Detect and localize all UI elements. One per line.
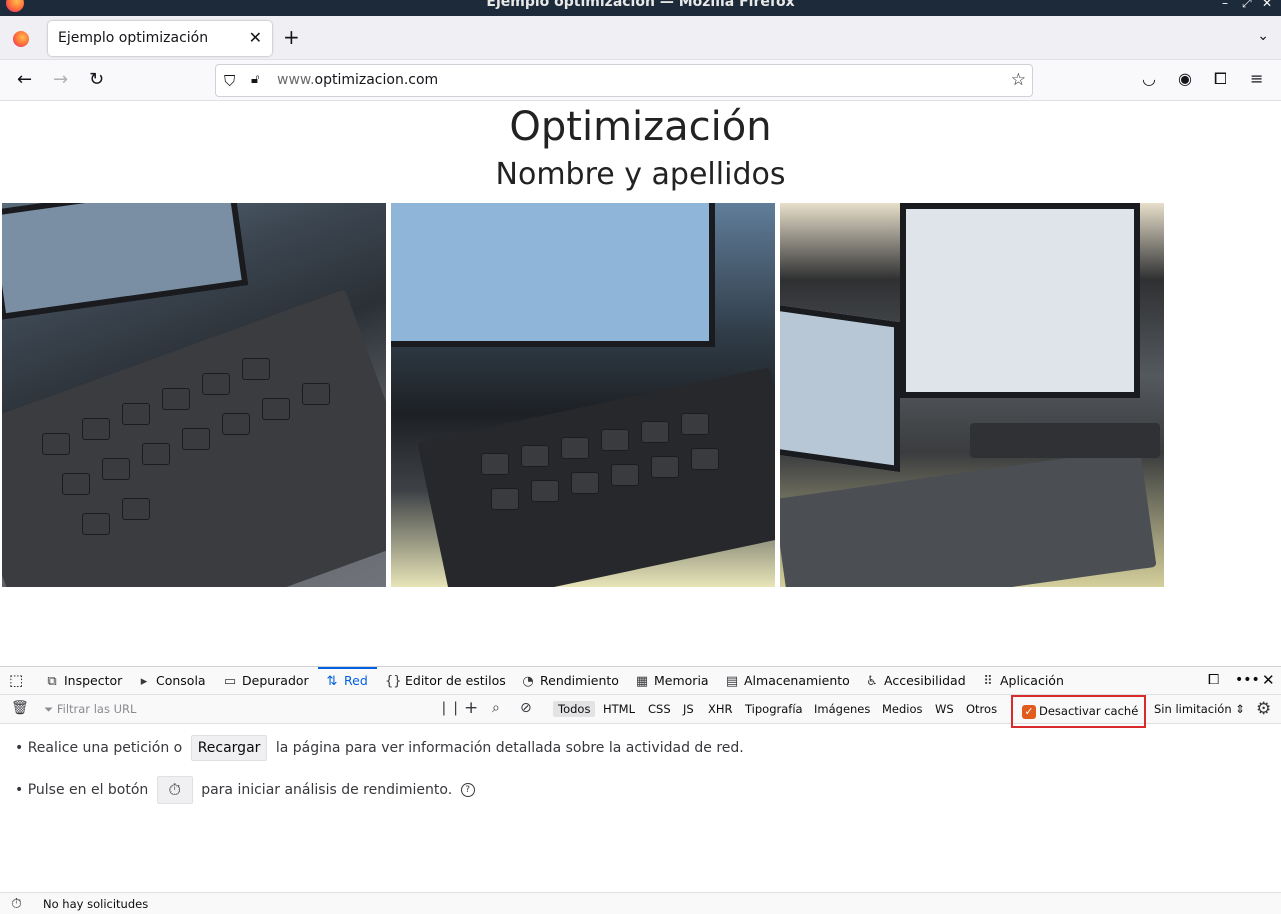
filter-imagenes[interactable]: Imágenes bbox=[814, 702, 870, 716]
tab-almacenamiento[interactable]: ▤ Almacenamiento bbox=[724, 667, 850, 695]
bookmark-star-icon[interactable]: ☆ bbox=[1011, 70, 1026, 90]
new-tab-button[interactable]: + bbox=[283, 25, 300, 49]
inspector-icon: ⧉ bbox=[47, 674, 57, 689]
devtools-panel: ⬚ ⧉ Inspector ▸ Consola ▭ Depurador ⇅ Red {}… bbox=[0, 666, 1281, 914]
pocket-icon[interactable]: ◡ bbox=[1142, 69, 1156, 88]
element-picker-icon[interactable]: ⬚ bbox=[9, 667, 23, 695]
close-window-button[interactable]: ✕ bbox=[1262, 0, 1272, 10]
performance-icon: ◔ bbox=[522, 674, 534, 689]
reload-page-button[interactable]: Recargar bbox=[190, 735, 268, 761]
url-text[interactable]: www.optimizacion.com bbox=[277, 72, 438, 88]
filter-xhr[interactable]: XHR bbox=[708, 702, 733, 716]
style-editor-icon: {} bbox=[385, 674, 402, 689]
tab-label: Ejemplo optimización bbox=[58, 30, 209, 46]
empty-message-performance: • Pulse en el botón ⏱ para iniciar análi… bbox=[15, 776, 475, 804]
window-title: Ejemplo optimización — Mozilla Firefox bbox=[486, 0, 795, 10]
filter-html[interactable]: HTML bbox=[603, 702, 635, 716]
network-settings-gear-icon[interactable]: ⚙ bbox=[1256, 699, 1271, 719]
account-icon[interactable]: ◉ bbox=[1178, 69, 1192, 88]
network-icon: ⇅ bbox=[326, 674, 338, 689]
web-page-content: Optimización Nombre y apellidos bbox=[0, 101, 1281, 666]
window-titlebar: Ejemplo optimización — Mozilla Firefox –… bbox=[0, 0, 1281, 16]
storage-icon: ▤ bbox=[725, 674, 739, 689]
filter-urls-input[interactable]: ⏷ Filtrar las URL bbox=[44, 702, 136, 717]
network-toolbar: 🗑︎ ⏷ Filtrar las URL ❘❘ + ⌕ ⊘ Todos HTML… bbox=[0, 695, 1281, 728]
maximize-button[interactable]: ⤢ bbox=[1242, 0, 1252, 11]
tab-close-icon[interactable]: ✕ bbox=[249, 28, 262, 47]
tab-ejemplo-optimizacion[interactable]: Ejemplo optimización ✕ bbox=[48, 21, 272, 56]
tab-accesibilidad[interactable]: ♿︎ Accesibilidad bbox=[864, 667, 965, 695]
stopwatch-button-icon[interactable]: ⏱ bbox=[156, 776, 193, 804]
accessibility-icon: ♿︎ bbox=[866, 674, 878, 689]
network-status-bar: ⏱ No hay solicitudes bbox=[0, 892, 1281, 914]
close-devtools-icon[interactable]: ✕ bbox=[1262, 667, 1275, 695]
empty-message-reload: • Realice una petición o Recargar la pág… bbox=[15, 735, 744, 761]
firefox-view-icon[interactable] bbox=[13, 31, 29, 47]
filter-js[interactable]: JS bbox=[683, 702, 694, 716]
back-arrow-icon[interactable]: ← bbox=[17, 69, 32, 90]
tab-aplicacion[interactable]: ⠿ Aplicación bbox=[980, 667, 1064, 695]
tab-depurador[interactable]: ▭ Depurador bbox=[222, 667, 309, 695]
throttling-select[interactable]: Sin limitación ⇕ bbox=[1154, 702, 1245, 716]
tab-strip: Ejemplo optimización ✕ + ⌄ bbox=[0, 16, 1281, 60]
search-icon[interactable]: ⌕ bbox=[492, 700, 500, 716]
tab-rendimiento[interactable]: ◔ Rendimiento bbox=[520, 667, 619, 695]
filter-otros[interactable]: Otros bbox=[966, 702, 997, 716]
pause-icon[interactable]: ❘❘ bbox=[438, 700, 461, 716]
minimize-button[interactable]: – bbox=[1222, 0, 1228, 10]
filter-medios[interactable]: Medios bbox=[882, 702, 923, 716]
stopwatch-icon[interactable]: ⏱ bbox=[11, 896, 22, 912]
console-icon: ▸ bbox=[140, 674, 148, 689]
dock-side-icon[interactable]: ⧠ bbox=[1208, 667, 1219, 695]
application-icon: ⠿ bbox=[983, 674, 993, 689]
hamburger-menu-icon[interactable]: ≡ bbox=[1250, 69, 1263, 88]
laptop-and-monitor-photo bbox=[780, 203, 1164, 587]
list-all-tabs-chevron-icon[interactable]: ⌄ bbox=[1257, 28, 1269, 44]
network-empty-state: • Realice una petición o Recargar la pág… bbox=[0, 724, 1281, 892]
filter-tipografia[interactable]: Tipografía bbox=[745, 702, 803, 716]
reload-icon[interactable]: ↻ bbox=[89, 69, 104, 90]
filter-ws[interactable]: WS bbox=[935, 702, 954, 716]
status-text: No hay solicitudes bbox=[43, 897, 149, 911]
forward-arrow-icon[interactable]: → bbox=[53, 69, 68, 90]
tab-memoria[interactable]: ▦ Memoria bbox=[634, 667, 709, 695]
add-filter-plus-icon[interactable]: + bbox=[464, 698, 478, 718]
page-heading: Optimización bbox=[509, 104, 772, 150]
help-question-icon[interactable]: ? bbox=[460, 783, 475, 797]
tab-editor-de-estilos[interactable]: {} Editor de estilos bbox=[385, 667, 506, 695]
clear-trash-icon[interactable]: 🗑︎ bbox=[11, 700, 29, 716]
extensions-puzzle-icon[interactable]: ⧠ bbox=[1214, 69, 1227, 89]
devtools-tab-bar: ⬚ ⧉ Inspector ▸ Consola ▭ Depurador ⇅ Red {}… bbox=[0, 667, 1281, 695]
page-subheading: Nombre y apellidos bbox=[495, 157, 786, 192]
more-options-icon[interactable]: ••• bbox=[1235, 667, 1260, 695]
monitor-keyboard-photo bbox=[391, 203, 775, 587]
navigation-toolbar: ← → ↻ ⛉ 🔓︎ www.optimizacion.com ☆ ◡ ◉ ⧠ … bbox=[0, 60, 1281, 101]
block-requests-icon[interactable]: ⊘ bbox=[520, 700, 532, 716]
filter-todos[interactable]: Todos bbox=[553, 701, 596, 717]
insecure-lock-icon[interactable]: 🔓︎ bbox=[251, 72, 259, 87]
disable-cache-checkbox[interactable]: ✓ bbox=[1022, 705, 1036, 719]
disable-cache-label[interactable]: Desactivar caché bbox=[1039, 704, 1138, 718]
memory-icon: ▦ bbox=[635, 674, 649, 689]
tab-red[interactable]: ⇅ Red bbox=[318, 667, 377, 695]
debugger-icon: ▭ bbox=[223, 674, 237, 689]
url-bar[interactable]: ⛉ 🔓︎ www.optimizacion.com ☆ bbox=[215, 64, 1033, 97]
tab-inspector[interactable]: ⧉ Inspector bbox=[44, 667, 122, 695]
tab-consola[interactable]: ▸ Consola bbox=[136, 667, 206, 695]
tracking-protection-shield-icon[interactable]: ⛉ bbox=[224, 72, 235, 90]
filter-css[interactable]: CSS bbox=[648, 702, 671, 716]
laptop-keyboard-photo bbox=[2, 203, 386, 587]
